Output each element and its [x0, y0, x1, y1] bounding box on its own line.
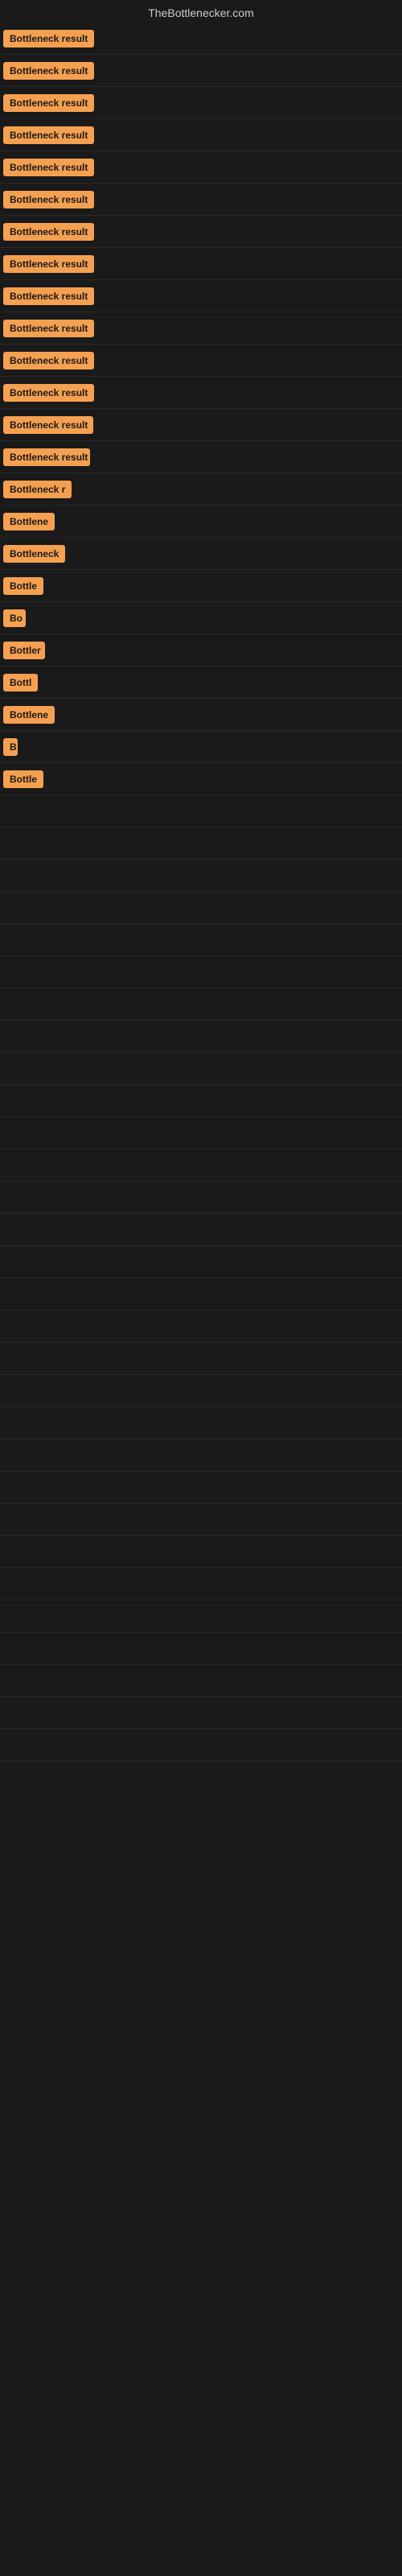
bottleneck-badge-22[interactable]: Bottlene	[3, 706, 55, 724]
bottleneck-badge-13[interactable]: Bottleneck result	[3, 416, 93, 434]
bottleneck-badge-2[interactable]: Bottleneck result	[3, 62, 94, 80]
result-row: B	[0, 731, 402, 763]
empty-row	[0, 1697, 402, 1729]
result-row: Bottleneck result	[0, 345, 402, 377]
bottleneck-badge-21[interactable]: Bottl	[3, 674, 38, 691]
empty-row	[0, 892, 402, 924]
empty-row	[0, 1053, 402, 1085]
result-row: Bottleneck result	[0, 280, 402, 312]
empty-row	[0, 1311, 402, 1343]
empty-row	[0, 1439, 402, 1472]
empty-row	[0, 1085, 402, 1117]
empty-row	[0, 1504, 402, 1536]
empty-row	[0, 1117, 402, 1150]
result-row: Bottleneck	[0, 538, 402, 570]
result-row: Bottleneck result	[0, 377, 402, 409]
empty-row	[0, 1343, 402, 1375]
empty-row	[0, 828, 402, 860]
bottleneck-badge-23[interactable]: B	[3, 738, 18, 756]
bottleneck-badge-6[interactable]: Bottleneck result	[3, 191, 94, 208]
empty-row	[0, 1633, 402, 1665]
result-row: Bottleneck result	[0, 87, 402, 119]
empty-row	[0, 1375, 402, 1407]
result-row: Bottleneck result	[0, 216, 402, 248]
site-header: TheBottlenecker.com	[0, 0, 402, 23]
bottleneck-badge-5[interactable]: Bottleneck result	[3, 159, 94, 176]
site-title: TheBottlenecker.com	[0, 0, 402, 23]
bottleneck-badge-4[interactable]: Bottleneck result	[3, 126, 94, 144]
result-row: Bottle	[0, 763, 402, 795]
empty-row	[0, 1182, 402, 1214]
result-row: Bottleneck result	[0, 55, 402, 87]
result-row: Bottleneck result	[0, 23, 402, 55]
empty-row	[0, 1150, 402, 1182]
empty-row	[0, 1214, 402, 1246]
bottleneck-badge-10[interactable]: Bottleneck result	[3, 320, 94, 337]
empty-row	[0, 1021, 402, 1053]
empty-row	[0, 1536, 402, 1568]
result-row: Bottleneck result	[0, 248, 402, 280]
result-row: Bottler	[0, 634, 402, 667]
result-row: Bottl	[0, 667, 402, 699]
empty-row	[0, 989, 402, 1021]
bottleneck-badge-11[interactable]: Bottleneck result	[3, 352, 94, 369]
bottleneck-badge-7[interactable]: Bottleneck result	[3, 223, 94, 241]
empty-row	[0, 1246, 402, 1278]
empty-row	[0, 1407, 402, 1439]
result-row: Bottleneck result	[0, 119, 402, 151]
empty-row	[0, 860, 402, 892]
bottleneck-badge-1[interactable]: Bottleneck result	[3, 30, 94, 47]
bottleneck-badge-9[interactable]: Bottleneck result	[3, 287, 94, 305]
result-row: Bo	[0, 602, 402, 634]
result-row: Bottleneck result	[0, 409, 402, 441]
empty-row	[0, 1729, 402, 1761]
result-row: Bottlene	[0, 506, 402, 538]
empty-row	[0, 1600, 402, 1633]
empty-row	[0, 795, 402, 828]
bottleneck-badge-19[interactable]: Bo	[3, 609, 26, 627]
bottleneck-badge-20[interactable]: Bottler	[3, 642, 45, 659]
badge-container: Bottleneck result Bottleneck result Bottle…	[0, 23, 402, 1761]
bottleneck-badge-3[interactable]: Bottleneck result	[3, 94, 94, 112]
bottleneck-badge-8[interactable]: Bottleneck result	[3, 255, 94, 273]
result-row: Bottle	[0, 570, 402, 602]
result-row: Bottleneck r	[0, 473, 402, 506]
bottleneck-badge-15[interactable]: Bottleneck r	[3, 481, 72, 498]
empty-row	[0, 1665, 402, 1697]
result-row: Bottlene	[0, 699, 402, 731]
empty-row	[0, 924, 402, 956]
result-row: Bottleneck result	[0, 312, 402, 345]
result-row: Bottleneck result	[0, 441, 402, 473]
result-row: Bottleneck result	[0, 184, 402, 216]
empty-row	[0, 1278, 402, 1311]
bottleneck-badge-17[interactable]: Bottleneck	[3, 545, 65, 563]
empty-row	[0, 1472, 402, 1504]
empty-row	[0, 956, 402, 989]
bottleneck-badge-12[interactable]: Bottleneck result	[3, 384, 94, 402]
bottleneck-badge-16[interactable]: Bottlene	[3, 513, 55, 530]
bottleneck-badge-18[interactable]: Bottle	[3, 577, 43, 595]
result-row: Bottleneck result	[0, 151, 402, 184]
empty-row	[0, 1568, 402, 1600]
bottleneck-badge-14[interactable]: Bottleneck result	[3, 448, 90, 466]
bottleneck-badge-24[interactable]: Bottle	[3, 770, 43, 788]
